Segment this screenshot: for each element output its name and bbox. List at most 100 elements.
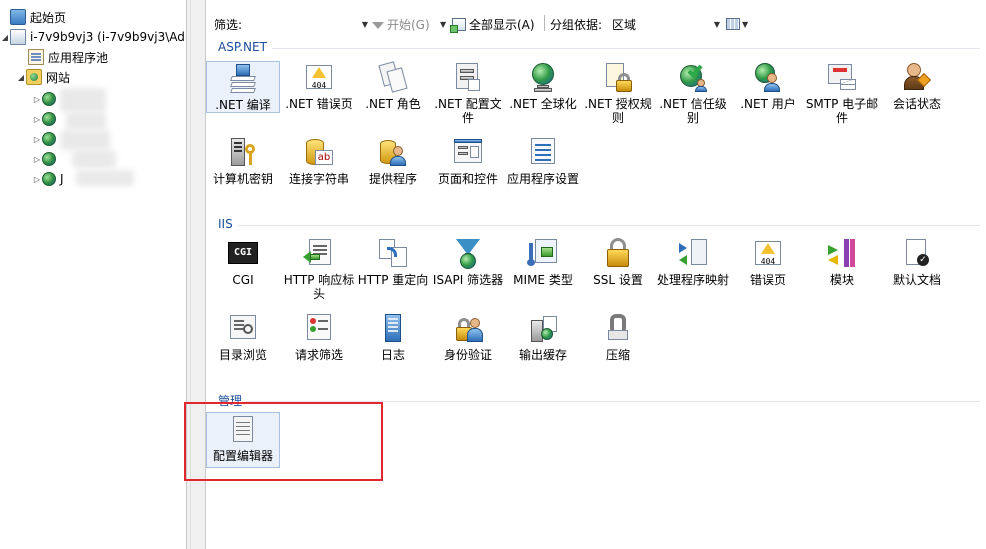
feature-smtp-email[interactable]: SMTP 电子邮件 [805,61,879,125]
feature-label: MIME 类型 [513,273,573,287]
feature-label: 计算机密钥 [212,172,273,186]
feature-directory-browsing[interactable]: 目录浏览 [206,312,280,362]
feature-ssl-settings[interactable]: SSL 设置 [581,237,655,287]
start-dropdown-arrow-icon[interactable]: ▼ [440,13,446,35]
dropdown-arrow-icon: ▼ [713,19,720,29]
view-mode-button[interactable]: ▼ [726,13,748,35]
feature-connection-strings[interactable]: ab 连接字符串 [282,136,356,186]
feature-modules[interactable]: 模块 [805,237,879,287]
feature-error-pages[interactable]: 404 错误页 [731,237,805,287]
feature-net-authorization[interactable]: .NET 授权规则 [581,61,655,125]
tree-item-label: i-7v9b9vj3 (i-7v9b9vj3\Adm [30,30,186,44]
feature-handler-mappings[interactable]: 处理程序映射 [656,237,730,287]
expand-arrow-icon[interactable]: ▷ [32,135,42,144]
start-filter-label: 开始(G) [387,17,430,32]
feature-default-document[interactable]: ✓ 默认文档 [880,237,954,287]
net-error-pages-icon: 404 [303,61,335,93]
expand-arrow-icon[interactable]: ▷ [32,115,42,124]
expand-arrow-icon[interactable]: ▷ [32,155,42,164]
feature-request-filtering[interactable]: 请求筛选 [282,312,356,362]
feature-net-profile[interactable]: .NET 配置文件 [431,61,505,125]
redacted-site-name [60,88,106,112]
feature-machine-key[interactable]: 计算机密钥 [206,136,280,186]
group-by-select[interactable]: 区域 ▼ [612,13,720,35]
tree-item-site[interactable]: ▷ [32,109,60,129]
filter-input[interactable]: ▼ [250,13,368,35]
home-icon [10,9,26,25]
tree-item-site[interactable]: ▷ [32,129,60,149]
feature-logging[interactable]: 日志 [356,312,430,362]
feature-net-users[interactable]: .NET 用户 [731,61,805,111]
redacted-site-name [66,112,106,130]
expand-arrow-icon[interactable]: ▷ [32,95,42,104]
feature-http-redirect[interactable]: HTTP 重定向 [356,237,430,287]
expand-arrow-icon[interactable]: ▷ [32,175,42,184]
feature-net-compilation[interactable]: .NET 编译 [206,61,280,113]
group-divider [272,48,980,49]
show-all-label: 全部显示(A) [469,17,535,32]
annotation-highlight-box [184,402,383,481]
feature-isapi-filters[interactable]: ISAPI 筛选器 [431,237,505,287]
net-compilation-icon [227,62,259,94]
http-redirect-icon [377,237,409,269]
feature-label: .NET 授权规则 [584,97,652,125]
net-roles-icon [377,61,409,93]
default-document-icon: ✓ [901,237,933,269]
tree-item-label: 起始页 [30,10,67,25]
group-by-value: 区域 [612,17,637,32]
dropdown-arrow-icon[interactable]: ▼ [362,20,368,29]
feature-label: 压缩 [605,348,630,362]
output-caching-icon [527,312,559,344]
feature-net-trust-levels[interactable]: .NET 信任级别 [656,61,730,125]
feature-net-error-pages[interactable]: 404 .NET 错误页 [282,61,356,111]
group-header-iis[interactable]: IIS [218,217,233,231]
feature-cgi[interactable]: CGI CGI [206,237,280,287]
tree-item-sites[interactable]: ◢ 网站 [16,67,70,87]
connections-tree: 起始页 ◢ i-7v9b9vj3 (i-7v9b9vj3\Adm 应用程序池 ◢… [0,0,186,549]
mime-types-icon [527,237,559,269]
feature-session-state[interactable]: 会话状态 [880,61,954,111]
feature-app-settings[interactable]: 应用程序设置 [506,136,580,186]
toolbar-separator [544,15,545,31]
tree-item-app-pools[interactable]: 应用程序池 [28,47,108,67]
feature-net-globalization[interactable]: .NET 全球化 [506,61,580,111]
globe-icon [42,92,56,106]
feature-label: 输出缓存 [518,348,567,362]
tree-item-start-page[interactable]: 起始页 [10,7,66,27]
feature-label: CGI [232,273,254,287]
show-all-button[interactable]: 全部显示(A) [450,13,535,35]
tree-item-site[interactable]: ▷ J [32,169,64,189]
feature-label: .NET 用户 [740,97,796,111]
filter-funnel-icon [372,21,384,29]
directory-browsing-icon [227,312,259,344]
tree-item-site[interactable]: ▷ [32,89,60,109]
tree-item-server[interactable]: ◢ i-7v9b9vj3 (i-7v9b9vj3\Adm [0,27,186,47]
app-settings-icon [527,136,559,168]
group-header-aspnet[interactable]: ASP.NET [218,40,267,54]
redacted-site-name [72,150,116,168]
net-users-icon [752,61,784,93]
error-pages-icon: 404 [752,237,784,269]
session-state-icon [901,61,933,93]
feature-label: HTTP 重定向 [357,273,429,287]
collapse-arrow-icon[interactable]: ◢ [0,33,10,42]
feature-pages-controls[interactable]: 页面和控件 [431,136,505,186]
feature-authentication[interactable]: 身份验证 [431,312,505,362]
feature-label: .NET 配置文件 [434,97,502,125]
authentication-icon [452,312,484,344]
globe-icon [42,172,56,186]
collapse-arrow-icon[interactable]: ◢ [16,73,26,82]
net-globalization-icon [527,61,559,93]
cgi-icon: CGI [227,237,259,269]
feature-label: 会话状态 [892,97,941,111]
feature-compression[interactable]: 压缩 [581,312,655,362]
feature-http-response-headers[interactable]: HTTP 响应标头 [282,237,356,301]
feature-net-roles[interactable]: .NET 角色 [356,61,430,111]
features-view: 筛选: ▼ 开始(G) ▼ 全部显示(A) 分组依据: 区域 ▼ ▼ ASP.N… [184,0,986,549]
connection-strings-icon: ab [303,136,335,168]
feature-mime-types[interactable]: MIME 类型 [506,237,580,287]
start-filter-button[interactable]: 开始(G) [372,13,430,35]
tree-item-site[interactable]: ▷ [32,149,60,169]
feature-output-caching[interactable]: 输出缓存 [506,312,580,362]
feature-providers[interactable]: 提供程序 [356,136,430,186]
